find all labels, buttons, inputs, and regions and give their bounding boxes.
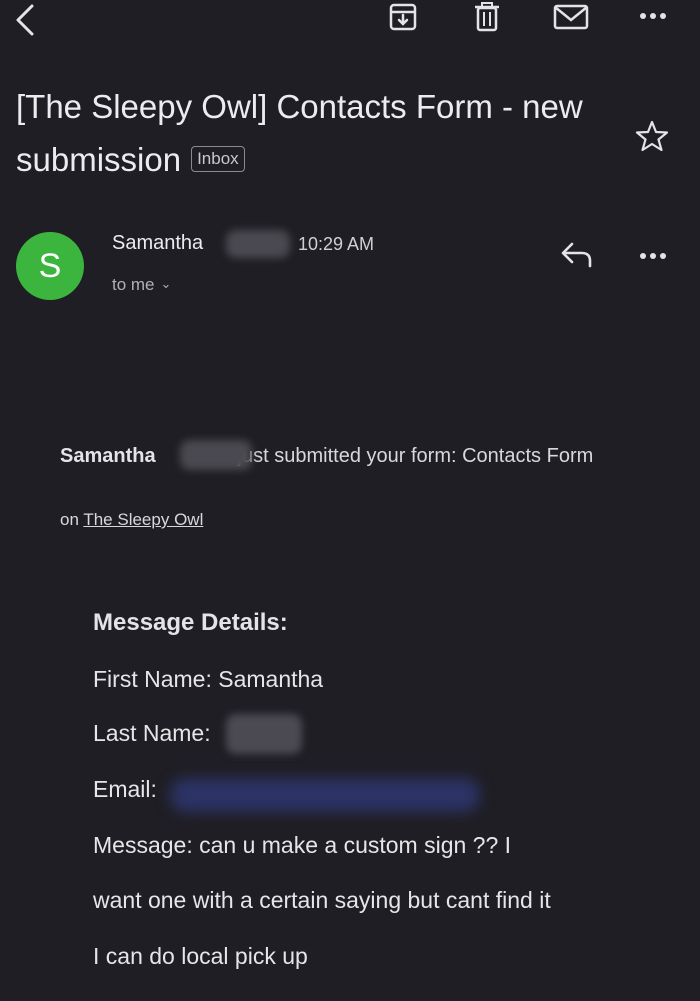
last-name-row: Last Name:	[93, 720, 211, 747]
more-icon[interactable]	[636, 6, 670, 26]
message-row: Message: can u make a custom sign ?? I	[93, 832, 511, 859]
redacted-last-name	[226, 714, 302, 754]
last-name-label: Last Name:	[93, 720, 211, 746]
first-name-row: First Name: Samantha	[93, 666, 323, 693]
archive-icon[interactable]	[386, 0, 420, 34]
email-row: Email:	[93, 776, 157, 803]
message-more-icon[interactable]	[636, 246, 670, 266]
message-line-3: I can do local pick up	[93, 943, 308, 969]
sender-name[interactable]: Samantha	[112, 232, 203, 255]
chevron-down-icon: ⌄	[160, 276, 172, 291]
back-icon[interactable]	[8, 2, 44, 38]
site-link[interactable]: The Sleepy Owl	[83, 510, 203, 529]
redacted-email	[170, 778, 480, 812]
on-prefix: on	[60, 510, 79, 529]
submission-intro: Samantha just submitted your form: Contac…	[60, 440, 640, 473]
email-label: Email:	[93, 776, 157, 802]
first-name-value: Samantha	[218, 666, 324, 692]
intro-sender-name: Samantha	[60, 445, 156, 467]
intro-text: just submitted your form: Contacts Form	[237, 445, 594, 467]
message-line-2: want one with a certain saying but cant …	[93, 887, 551, 913]
mail-icon[interactable]	[552, 2, 590, 32]
recipient-label: to me	[112, 275, 155, 294]
message-time: 10:29 AM	[298, 234, 375, 254]
message-label: Message:	[93, 832, 193, 858]
message-line-1: can u make a custom sign ?? I	[199, 832, 512, 858]
star-icon[interactable]	[634, 118, 670, 154]
redacted-surname	[226, 230, 290, 258]
first-name-label: First Name:	[93, 666, 212, 692]
site-line: on The Sleepy Owl	[60, 510, 203, 530]
inbox-label-badge[interactable]: Inbox	[191, 146, 245, 173]
trash-icon[interactable]	[470, 0, 504, 34]
subject-title: [The Sleepy Owl] Contacts Form - new sub…	[16, 88, 583, 178]
redacted-surname	[180, 440, 252, 470]
recipient-toggle[interactable]: to me ⌄	[112, 275, 171, 295]
reply-icon[interactable]	[558, 238, 596, 270]
sender-avatar[interactable]: S	[16, 232, 84, 300]
details-heading: Message Details:	[93, 609, 288, 636]
email-subject: [The Sleepy Owl] Contacts Form - new sub…	[16, 80, 606, 186]
